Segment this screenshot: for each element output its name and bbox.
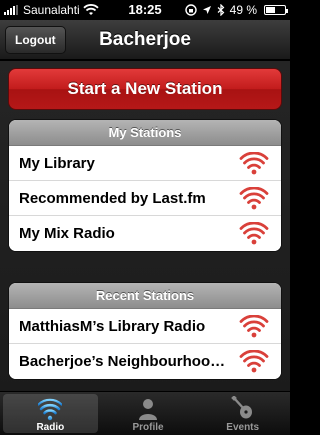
station-label: Bacherjoe’s Neighbourhood Radio: [19, 353, 231, 370]
station-row[interactable]: My Mix Radio: [9, 216, 281, 251]
guitar-icon: [230, 396, 252, 419]
tab-radio[interactable]: Radio: [3, 394, 98, 433]
station-label: My Mix Radio: [19, 225, 115, 242]
station-row[interactable]: Bacherjoe’s Neighbourhood Radio: [9, 344, 281, 379]
tab-events[interactable]: Events: [195, 392, 290, 435]
wifi-signal-icon: [239, 222, 269, 245]
status-bar: Saunalahti 18:25 49 %: [0, 0, 290, 20]
station-label: Recommended by Last.fm: [19, 190, 206, 207]
main-content[interactable]: Start a New Station My Stations My Libra…: [0, 61, 290, 391]
status-right: 49 %: [184, 0, 288, 20]
start-new-station-button[interactable]: Start a New Station: [8, 68, 282, 110]
wifi-signal-icon: [239, 350, 269, 373]
wifi-signal-icon: [239, 187, 269, 210]
station-row[interactable]: MatthiasM’s Library Radio: [9, 309, 281, 344]
station-label: MatthiasM’s Library Radio: [19, 318, 206, 335]
battery-icon: [264, 5, 288, 15]
tab-label: Radio: [36, 422, 65, 433]
battery-percent: 49 %: [229, 3, 257, 17]
station-row[interactable]: Recommended by Last.fm: [9, 181, 281, 216]
my-stations-group: My Stations My Library Recommended by La…: [8, 119, 282, 252]
tab-bar: Radio Profile Events: [0, 391, 290, 435]
my-stations-header: My Stations: [9, 120, 281, 146]
person-icon: [139, 399, 157, 420]
rotation-lock-icon: [184, 4, 197, 16]
station-label: My Library: [19, 155, 95, 172]
wifi-signal-icon: [239, 315, 269, 338]
recent-stations-group: Recent Stations MatthiasM’s Library Radi…: [8, 282, 282, 380]
wifi-signal-icon: [239, 152, 269, 175]
station-row[interactable]: My Library: [9, 146, 281, 181]
tab-label: Events: [226, 422, 260, 433]
recent-stations-header: Recent Stations: [9, 283, 281, 309]
tab-label: Profile: [132, 422, 164, 433]
location-arrow-icon: [202, 6, 211, 14]
logout-button[interactable]: Logout: [5, 26, 66, 54]
bluetooth-icon: [217, 4, 225, 16]
tab-profile[interactable]: Profile: [101, 392, 196, 435]
navigation-bar: Logout Bacherjoe: [0, 20, 290, 60]
radio-waves-icon: [38, 398, 63, 421]
